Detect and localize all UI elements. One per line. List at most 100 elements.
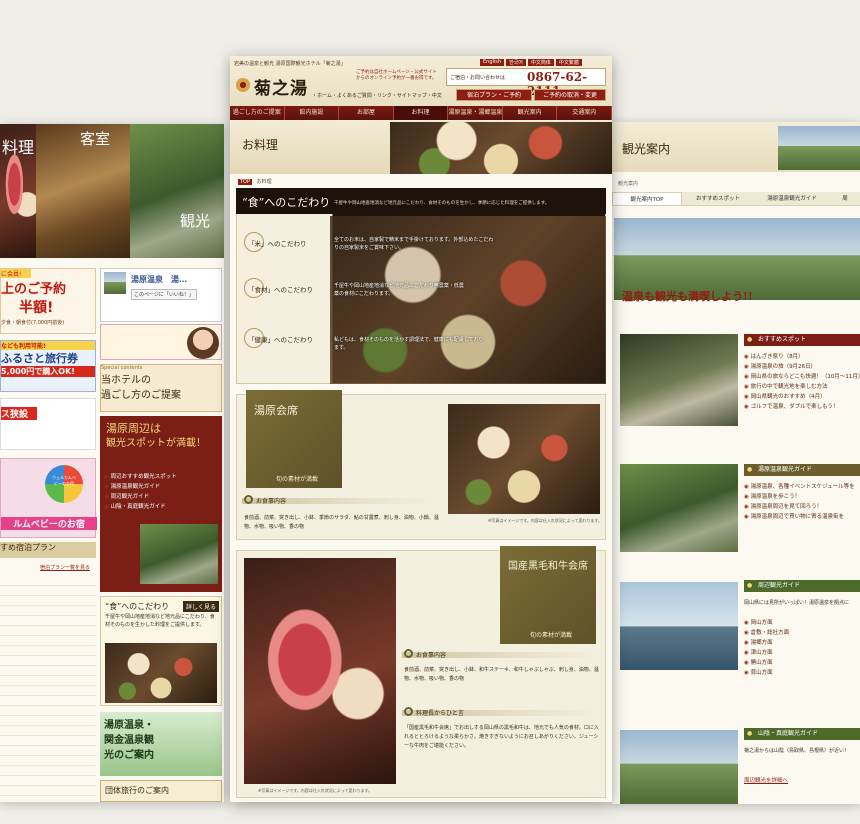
lang-chinese-simplified[interactable]: 中文简体: [527, 59, 554, 66]
hero-label-room: 客室: [80, 130, 111, 148]
kaiseki-wagyu-title-box: 国産黒毛和牛会席 旬の素材が満載: [500, 546, 596, 644]
cancel-reservation-button[interactable]: ご予約の取消・変更: [534, 89, 606, 101]
header-tagline: 岩美の温泉と観光 湯原国際観光ホテル「菊之湯」: [234, 61, 346, 67]
nav-sightseeing[interactable]: 観光案内: [503, 106, 558, 120]
nav-rooms[interactable]: お部屋: [339, 106, 394, 120]
lang-chinese-traditional[interactable]: 中文繁體: [555, 59, 582, 66]
facebook-box[interactable]: 湯原温泉 湯… このページに「いいね！」: [100, 268, 222, 322]
kanko-photo: [140, 524, 218, 584]
kaiseki-yubara-photo: [448, 404, 600, 514]
food-box-text: 千屋牛や岡山地産地消など地元品にこだわり、食材そのものを生かした料理をご提供しま…: [105, 614, 215, 628]
reserve-plan-button[interactable]: 宿泊プラン・ご予約: [456, 89, 532, 101]
header-util-links[interactable]: ・ホーム・よくあるご質問・リンク・サイトマップ・中文: [312, 92, 442, 99]
breadcrumb-top[interactable]: TOP: [238, 179, 253, 185]
yubara-guide-text: 湯原温泉・関金温泉観光のご案内: [104, 720, 154, 761]
hero-label-cuisine: 料理: [2, 138, 35, 157]
breadcrumb-current: お料理: [256, 179, 272, 185]
kaiseki-wagyu-sub: 旬の素材が満載: [530, 632, 573, 639]
sec1-link-4[interactable]: 旅行の中で観光地を楽しむ方法: [744, 382, 860, 392]
kanko-link-4[interactable]: 山陰・真庭観光ガイド: [104, 502, 190, 512]
kanko-link-3[interactable]: 周辺観光ガイド: [104, 492, 190, 502]
facebook-like-button[interactable]: このページに「いいね！」: [131, 289, 197, 300]
tab-more[interactable]: 周: [830, 192, 860, 205]
kodawari-desc: 千屋牛や岡山地産地消など地元品にこだわり、食材そのものを生かし、季節に応じた料理…: [334, 201, 550, 206]
kodawari-ingredient-text: 千屋牛や岡山地産地消など地元品にこだわり無農薬・低農薬の食材にこだわります。: [334, 283, 464, 297]
plan-list-link[interactable]: 宿泊プラン一覧を見る: [40, 564, 90, 571]
kanko-link-2[interactable]: 湯原温泉観光ガイド: [104, 482, 190, 492]
sec1-link-1[interactable]: はんざき祭り（8月）: [744, 352, 860, 362]
recommended-plan-header: すめ宿泊プラン: [0, 542, 96, 558]
kaiseki-wagyu-photo: [244, 558, 396, 784]
nav-onsen[interactable]: 湯原温泉・湯郷温泉: [448, 106, 503, 120]
group-travel-banner[interactable]: 団体旅行のご案内: [100, 780, 222, 802]
lang-links: English 한국어 中文简体 中文繁體: [480, 59, 582, 66]
kanko-link-1[interactable]: 周辺おすすめ観光スポット: [104, 472, 190, 482]
sec1-heading: おすすめスポット: [744, 334, 860, 346]
special-title-1: 当ホテルの: [101, 375, 151, 386]
tab-kanko-top[interactable]: 観光案内TOP: [612, 192, 682, 205]
special-contents-banner[interactable]: Special contents 当ホテルの 過ごし方のご提案: [100, 364, 222, 412]
food-box-button[interactable]: 詳しく見る: [183, 601, 220, 612]
sec4-link[interactable]: 周辺観光を詳細へ: [744, 776, 788, 784]
welcome-baby-badge-text: ウェルカムベビーのお宿: [52, 475, 76, 486]
sec2-link-4[interactable]: 湯原温泉周辺で買い物に寄る温泉街を: [744, 512, 860, 522]
promo-welcome-baby-banner[interactable]: ウェルカムベビーのお宿 ルムベビーのお宿: [0, 458, 97, 538]
sec3-heading: 周辺観光ガイド: [744, 580, 860, 592]
sec1-link-3[interactable]: 岡山県の旅ならどこも快適！（10月〜11月）: [744, 372, 860, 382]
nav-cuisine[interactable]: お料理: [393, 106, 449, 120]
food-kodawari-box: “食”へのこだわり 詳しく見る 千屋牛や岡山地産地消など地元品にこだわり、食材そ…: [100, 596, 222, 706]
lang-english[interactable]: English: [480, 59, 505, 66]
sec2-link-1[interactable]: 湯原温泉、各種イベントスケジュール等を: [744, 482, 860, 492]
lang-korean[interactable]: 한국어: [506, 59, 526, 66]
page-header-photo: [390, 122, 612, 174]
promo-coupon-line2: ふるさと旅行券: [1, 352, 78, 365]
kaiseki-yubara-title: 湯原会席: [254, 404, 298, 417]
promo-member-sub: 夕食・朝食付(7,000円前後): [1, 320, 65, 326]
fasting-promo-banner[interactable]: [100, 324, 222, 360]
nav-suggestions[interactable]: 過ごし方のご提案: [230, 106, 285, 120]
right-breadcrumb[interactable]: 観光案内: [618, 180, 638, 187]
promo-member-banner[interactable]: に会員! 上のご予約 半額! 夕食・朝食付(7,000円前後): [0, 268, 96, 334]
right-page-preview: 観光案内 観光案内 観光案内TOP おすすめスポット 湯原温泉観光ガイド 周 温…: [612, 122, 860, 804]
sec4-photo: [620, 730, 738, 804]
hero-sightseeing-photo: [130, 124, 224, 258]
global-nav: 過ごし方のご提案 館内施設 お部屋 お料理 湯原温泉・湯郷温泉 観光案内 交通案…: [230, 106, 612, 120]
sec2-link-2[interactable]: 湯原温泉を歩こう！: [744, 492, 860, 502]
kaiseki-wagyu-title: 国産黒毛和牛会席: [508, 561, 588, 572]
plan-list-placeholder: [0, 576, 96, 796]
sec3-link-5[interactable]: 勝山方面: [744, 658, 860, 668]
kodawari-rice-label: 「米」へのこだわり: [248, 240, 307, 248]
sec1-photo: [620, 334, 738, 426]
sec1-link-5[interactable]: 岡山県観光のおすすめ（4月）: [744, 392, 860, 402]
promo-facility-banner[interactable]: ス狭設: [0, 398, 96, 450]
kaiseki-yubara-sub: 旬の素材が満載: [276, 476, 319, 483]
yubara-guide-banner[interactable]: 湯原温泉・関金温泉観光のご案内: [100, 712, 222, 776]
tab-recommended-spots[interactable]: おすすめスポット: [682, 192, 754, 205]
kodawari-ingredient-label: 「食材」へのこだわり: [248, 286, 313, 294]
welcome-baby-title: ルムベビーのお宿: [1, 517, 97, 530]
sec3-link-3[interactable]: 湯郷方面: [744, 638, 860, 648]
page-title: お料理: [242, 138, 279, 152]
nav-access[interactable]: 交通案内: [557, 106, 612, 120]
sec3-link-1[interactable]: 岡山方面: [744, 618, 860, 628]
sec4-heading: 山陰・真庭観光ガイド: [744, 728, 860, 740]
sec3-links: 岡山方面 倉敷・総社方面 湯郷方面 津山方面 勝山方面 蒜山方面: [744, 618, 860, 678]
facebook-title: 湯原温泉 湯…: [131, 275, 187, 284]
site-logo[interactable]: 菊之湯: [254, 74, 308, 99]
avatar: [187, 327, 219, 359]
sec3-link-2[interactable]: 倉敷・総社方面: [744, 628, 860, 638]
nav-facilities[interactable]: 館内施設: [285, 106, 340, 120]
sec2-link-3[interactable]: 湯原温泉周辺を見て回ろう！: [744, 502, 860, 512]
kanko-spots-box: 湯原周辺は 観光スポットが満載！ 周辺おすすめ観光スポット 湯原温泉観光ガイド …: [100, 416, 222, 592]
tel-label: ご宿泊・お問い合わせは: [450, 75, 506, 81]
sec1-link-2[interactable]: 湯原温泉の旅（9月26日）: [744, 362, 860, 372]
sec3-link-4[interactable]: 津山方面: [744, 648, 860, 658]
sec1-link-6[interactable]: ゴルフで温泉、ダブルで楽しもう！: [744, 402, 860, 412]
center-page: 岩美の温泉と観光 湯原国際観光ホテル「菊之湯」 菊之湯 ・ホーム・よくあるご質問…: [230, 56, 612, 802]
promo-travel-coupon-banner[interactable]: なども利用可能! ふるさと旅行券 5,000円で購入OK!: [0, 340, 96, 392]
sec3-link-6[interactable]: 蒜山方面: [744, 668, 860, 678]
food-box-photo: [105, 643, 217, 703]
kaiseki-yubara-note: ※写真はイメージです。内容は仕入れ状況によって変わります。: [488, 518, 603, 523]
tab-yubara-guide[interactable]: 湯原温泉観光ガイド: [754, 192, 830, 205]
online-booking-notice: ご予約は自社ホームページ・公式サイトからのオンライン予約が一番お得です。: [356, 70, 437, 81]
